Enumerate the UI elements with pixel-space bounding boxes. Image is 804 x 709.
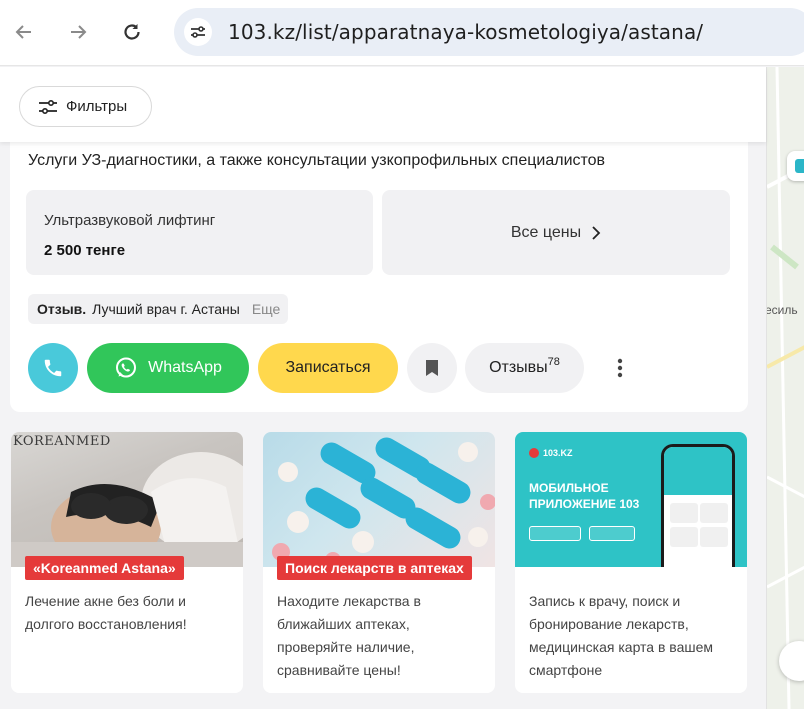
forward-button[interactable] [60,14,96,50]
bookmark-icon [426,360,438,376]
review-prefix: Отзыв. [37,301,87,317]
map-panel[interactable]: есиль [766,67,804,709]
reviews-button[interactable]: Отзывы 78 [465,343,584,393]
promo-tag: Поиск лекарств в аптеках [277,556,472,580]
book-appointment-button[interactable]: Записаться [258,343,398,393]
site-settings-icon[interactable] [184,18,212,46]
phone-mockup [661,444,735,567]
clinic-card: Услуги УЗ-диагностики, а также консульта… [10,120,748,412]
chevron-right-icon [592,225,601,240]
clinic-description: Услуги УЗ-диагностики, а также консульта… [28,152,606,169]
review-more-link[interactable]: Еще [252,301,281,317]
all-prices-button[interactable]: Все цены [382,190,730,275]
whatsapp-icon [116,357,137,378]
promo-tag: «Koreanmed Astana» [25,556,184,580]
phone-icon [44,359,62,377]
brand-name: 103.KZ [543,448,573,458]
promo-card-mobile-app[interactable]: 103.KZ МОБИЛЬНОЕ ПРИЛОЖЕНИЕ 103 Запись к… [515,432,747,693]
review-snippet[interactable]: Отзыв. Лучший врач г. Астаны Еще [28,294,289,324]
more-options-button[interactable] [603,343,637,393]
all-prices-label: Все цены [510,223,582,241]
sliders-icon [39,99,57,114]
koreanmed-logo: KOREANMED [13,434,111,449]
reload-button[interactable] [114,14,150,50]
reload-icon [124,24,140,40]
promo-card-pharmacy[interactable]: Поиск лекарств в аптеках Находите лекарс… [263,432,495,693]
patient-illustration [11,452,243,567]
promo-card-koreanmed[interactable]: KOREANMED «Koreanmed Astana» Лечение акн… [11,432,243,693]
url-text[interactable]: 103.kz/list/apparatnaya-kosmetologiya/as… [228,20,703,44]
promo-text: Запись к врачу, поиск и бронирование лек… [529,593,714,678]
filter-bar: Фильтры [0,67,766,142]
filters-label: Фильтры [66,98,128,115]
app-headline-line1: МОБИЛЬНОЕ [529,481,609,495]
promo-image-app: 103.KZ МОБИЛЬНОЕ ПРИЛОЖЕНИЕ 103 [515,432,747,567]
app-store-badge[interactable] [589,526,635,541]
reviews-label: Отзывы [489,359,548,376]
whatsapp-label: WhatsApp [148,359,222,376]
promo-text: Находите лекарства в ближайших аптеках, … [277,593,421,678]
google-play-badge[interactable] [529,526,581,541]
bookmark-button[interactable] [407,343,457,393]
brand-logo-icon [529,448,539,458]
browser-toolbar: 103.kz/list/apparatnaya-kosmetologiya/as… [0,0,804,66]
pills-illustration [272,437,495,567]
whatsapp-button[interactable]: WhatsApp [87,343,249,393]
price-item-name: Ультразвуковой лифтинг [44,212,216,229]
back-button[interactable] [6,14,42,50]
promo-image-pills [263,432,495,567]
promo-image-acne: KOREANMED [11,432,243,567]
map-layer-toggle[interactable] [787,151,804,181]
map-label: есиль [766,303,798,317]
arrow-left-icon [15,25,31,39]
app-headline-line2: ПРИЛОЖЕНИЕ 103 [529,497,640,511]
book-label: Записаться [285,359,371,376]
checkbox-icon [795,159,804,173]
reviews-count: 78 [547,356,560,368]
arrow-right-icon [71,25,87,39]
call-button[interactable] [28,343,78,393]
price-item[interactable]: Ультразвуковой лифтинг 2 500 тенге [26,190,373,275]
promo-text: Лечение акне без боли и долгого восстано… [25,593,187,632]
price-item-value: 2 500 тенге [44,242,126,259]
more-vertical-icon [617,358,623,378]
address-bar[interactable]: 103.kz/list/apparatnaya-kosmetologiya/as… [174,8,804,56]
filters-button[interactable]: Фильтры [19,86,152,127]
review-text: Лучший врач г. Астаны [92,301,240,317]
app-headline: МОБИЛЬНОЕ ПРИЛОЖЕНИЕ 103 [529,480,639,512]
